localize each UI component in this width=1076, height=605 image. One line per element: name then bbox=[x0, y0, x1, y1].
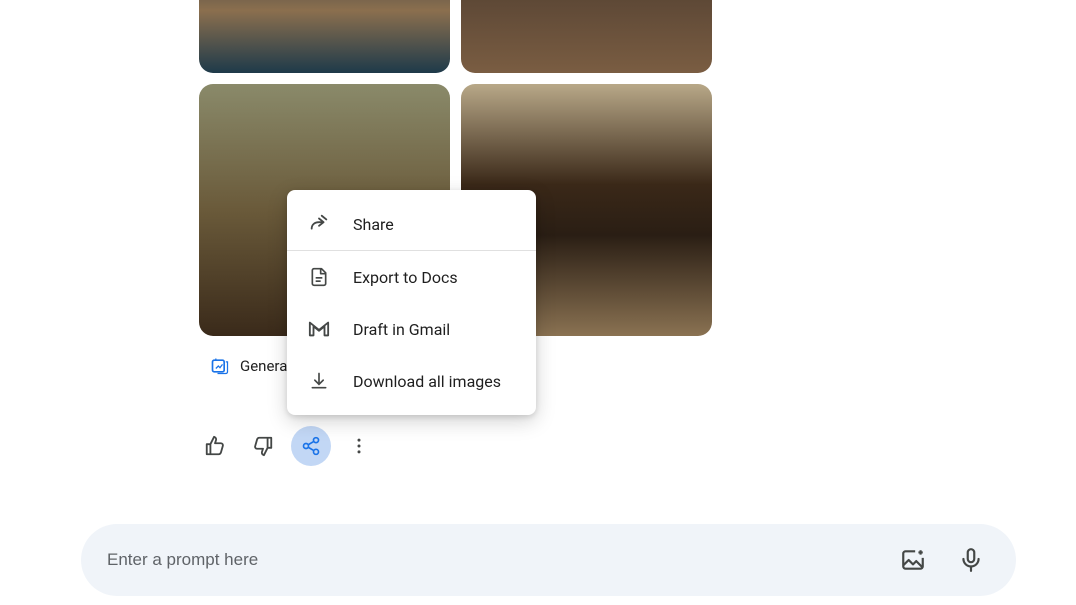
generate-more-icon bbox=[210, 356, 230, 376]
share-menu-item[interactable]: Share bbox=[287, 198, 536, 250]
generate-more-row[interactable]: Genera bbox=[210, 356, 287, 376]
download-icon bbox=[307, 369, 331, 393]
download-all-menu-item[interactable]: Download all images bbox=[287, 355, 536, 407]
menu-item-label: Download all images bbox=[353, 372, 501, 391]
docs-icon bbox=[307, 265, 331, 289]
thumbs-up-icon bbox=[204, 435, 226, 457]
generated-image[interactable] bbox=[461, 0, 712, 73]
export-docs-menu-item[interactable]: Export to Docs bbox=[287, 251, 536, 303]
prompt-input[interactable] bbox=[107, 550, 894, 570]
share-button[interactable] bbox=[291, 426, 331, 466]
draft-gmail-menu-item[interactable]: Draft in Gmail bbox=[287, 303, 536, 355]
share-arrow-icon bbox=[307, 212, 331, 236]
generated-image[interactable] bbox=[199, 0, 450, 73]
share-menu: Share Export to Docs Draft in Gmail Down… bbox=[287, 190, 536, 415]
generate-more-label: Genera bbox=[240, 357, 287, 375]
microphone-button[interactable] bbox=[952, 541, 990, 579]
menu-item-label: Share bbox=[353, 215, 394, 234]
thumbs-down-button[interactable] bbox=[243, 426, 283, 466]
response-actions bbox=[195, 426, 379, 466]
menu-item-label: Draft in Gmail bbox=[353, 320, 450, 339]
add-image-icon bbox=[900, 547, 926, 573]
thumbs-up-button[interactable] bbox=[195, 426, 235, 466]
prompt-bar bbox=[81, 524, 1016, 596]
add-image-button[interactable] bbox=[894, 541, 932, 579]
share-icon bbox=[301, 436, 321, 456]
menu-item-label: Export to Docs bbox=[353, 268, 458, 287]
thumbs-down-icon bbox=[252, 435, 274, 457]
microphone-icon bbox=[958, 547, 984, 573]
gmail-icon bbox=[307, 317, 331, 341]
more-options-button[interactable] bbox=[339, 426, 379, 466]
more-vertical-icon bbox=[349, 436, 369, 456]
